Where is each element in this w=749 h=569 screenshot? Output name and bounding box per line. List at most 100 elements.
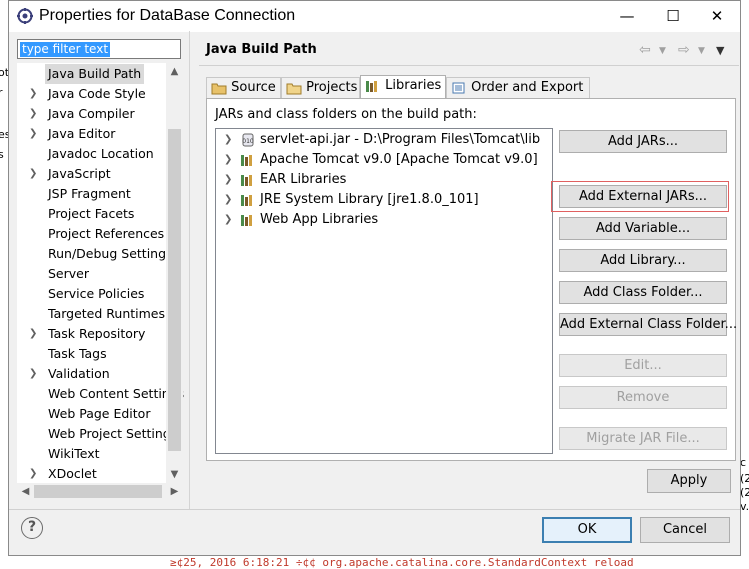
background-editor-left: ot r es s: [0, 0, 11, 566]
tree-item-label: Validation: [48, 366, 110, 381]
tree-item-targeted-runtimes[interactable]: Targeted Runtimes: [17, 304, 177, 324]
library-label: servlet-api.jar - D:\Program Files\Tomca…: [260, 132, 541, 147]
scroll-thumb[interactable]: [168, 129, 181, 451]
tree-item-run-debug-settings[interactable]: Run/Debug Settings: [17, 244, 177, 264]
tree-item-java-editor[interactable]: ❯ Java Editor: [17, 124, 177, 144]
filter-input[interactable]: type filter text: [17, 39, 181, 59]
tree-item-project-facets[interactable]: Project Facets: [17, 204, 177, 224]
tree-item-label: Java Compiler: [48, 106, 135, 121]
tree-item-xdoclet[interactable]: ❯ XDoclet: [17, 464, 177, 484]
add-class-folder-button[interactable]: Add Class Folder...: [559, 281, 727, 304]
scroll-up-icon[interactable]: ▲: [166, 63, 183, 80]
library-label: EAR Libraries: [260, 172, 347, 187]
bg-fragment: r: [0, 86, 3, 99]
tree-item-label: Web Page Editor: [48, 406, 151, 421]
tree-item-label: Java Code Style: [48, 86, 146, 101]
add-jars-button[interactable]: Add JARs...: [559, 130, 727, 153]
tree-item-server[interactable]: Server: [17, 264, 177, 284]
scroll-thumb[interactable]: [34, 485, 162, 498]
scroll-right-icon[interactable]: ▶: [166, 483, 183, 500]
apply-button[interactable]: Apply: [647, 469, 731, 493]
library-icon: [241, 175, 252, 186]
tree-item-javadoc-location[interactable]: Javadoc Location: [17, 144, 177, 164]
eclipse-gear-icon: [17, 8, 33, 24]
library-label: Web App Libraries: [260, 212, 379, 227]
bg-fragment: (2: [740, 472, 749, 485]
scroll-down-icon[interactable]: ▼: [166, 466, 183, 483]
tree-item-web-project-settings[interactable]: Web Project Settings: [17, 424, 177, 444]
tree-item-jsp-fragment[interactable]: JSP Fragment: [17, 184, 177, 204]
tree-item-validation[interactable]: ❯ Validation: [17, 364, 177, 384]
properties-dialog: Properties for DataBase Connection — ☐ ✕…: [8, 0, 741, 556]
tree-item-label: Javadoc Location: [48, 146, 154, 161]
expand-arrow-icon[interactable]: ❯: [224, 170, 234, 190]
tree-item-label: Server: [48, 266, 89, 281]
tab-libraries[interactable]: Libraries: [360, 75, 446, 99]
expand-arrow-icon[interactable]: ❯: [29, 164, 41, 184]
tree-item-java-build-path[interactable]: Java Build Path: [17, 64, 177, 84]
tree-item-label: WikiText: [48, 446, 100, 461]
tree-item-label: Web Content Settings: [48, 386, 185, 401]
add-library-button[interactable]: Add Library...: [559, 249, 727, 272]
minimize-button[interactable]: —: [604, 1, 650, 32]
tab-order-and-export[interactable]: Order and Export: [446, 77, 590, 98]
libraries-list[interactable]: ❯ 010 servlet-api.jar - D:\Program Files…: [215, 128, 553, 454]
close-button[interactable]: ✕: [694, 1, 740, 32]
expand-arrow-icon[interactable]: ❯: [29, 464, 41, 484]
tree-item-task-tags[interactable]: Task Tags: [17, 344, 177, 364]
library-icon: [241, 195, 252, 206]
tree-item-web-page-editor[interactable]: Web Page Editor: [17, 404, 177, 424]
tree-item-wikitext[interactable]: WikiText: [17, 444, 177, 464]
tree-item-label: JavaScript: [48, 166, 111, 181]
help-icon[interactable]: ?: [21, 517, 43, 539]
migrate-jar-button[interactable]: Migrate JAR File...: [559, 427, 727, 450]
view-menu-icon[interactable]: ▼: [716, 44, 724, 57]
expand-arrow-icon[interactable]: ❯: [224, 210, 234, 230]
tree-vertical-scrollbar[interactable]: ▲ ▼: [166, 63, 183, 483]
bg-fragment: (2: [740, 486, 749, 499]
tree-item-label: Targeted Runtimes: [48, 306, 165, 321]
footer-separator: [9, 509, 740, 510]
expand-arrow-icon[interactable]: ❯: [29, 124, 41, 144]
ok-button[interactable]: OK: [542, 517, 632, 543]
library-label: Apache Tomcat v9.0 [Apache Tomcat v9.0]: [260, 152, 538, 167]
tree-item-label: Task Tags: [48, 346, 107, 361]
tree-item-project-references[interactable]: Project References: [17, 224, 177, 244]
add-external-jars-button[interactable]: Add External JARs...: [559, 185, 727, 208]
remove-button[interactable]: Remove: [559, 386, 727, 409]
tree-item-javascript[interactable]: ❯ JavaScript: [17, 164, 177, 184]
expand-arrow-icon[interactable]: ❯: [224, 190, 234, 210]
expand-arrow-icon[interactable]: ❯: [29, 324, 41, 344]
expand-arrow-icon[interactable]: ❯: [224, 150, 234, 170]
cancel-button[interactable]: Cancel: [640, 517, 730, 543]
maximize-button[interactable]: ☐: [650, 1, 696, 32]
tab-source[interactable]: Source: [206, 77, 281, 98]
add-external-class-folder-button[interactable]: Add External Class Folder...: [559, 313, 737, 336]
console-log-line: ≥¢25, 2016 6:18:21 ÷¢¢ org.apache.catali…: [170, 556, 634, 569]
forward-dropdown-icon[interactable]: ▼: [698, 46, 705, 56]
window-title: Properties for DataBase Connection: [39, 7, 296, 24]
expand-arrow-icon[interactable]: ❯: [29, 84, 41, 104]
scroll-left-icon[interactable]: ◀: [17, 483, 34, 500]
add-variable-button[interactable]: Add Variable...: [559, 217, 727, 240]
tree-horizontal-scrollbar[interactable]: ◀ ▶: [17, 483, 183, 500]
tree-item-java-compiler[interactable]: ❯ Java Compiler: [17, 104, 177, 124]
bg-fragment: v.: [740, 500, 749, 513]
tab-projects[interactable]: Projects: [281, 77, 360, 98]
svg-text:010: 010: [242, 138, 254, 145]
tree-item-task-repository[interactable]: ❯ Task Repository: [17, 324, 177, 344]
tree-item-web-content-settings[interactable]: Web Content Settings: [17, 384, 184, 404]
forward-arrow-icon[interactable]: ⇨: [678, 42, 690, 58]
jar-icon: 010: [242, 133, 254, 147]
edit-button[interactable]: Edit...: [559, 354, 727, 377]
tab-label: Libraries: [385, 78, 442, 93]
tree-item-label: Project Facets: [48, 206, 135, 221]
expand-arrow-icon[interactable]: ❯: [29, 364, 41, 384]
back-arrow-icon[interactable]: ⇦: [639, 42, 651, 58]
expand-arrow-icon[interactable]: ❯: [29, 104, 41, 124]
back-dropdown-icon[interactable]: ▼: [659, 46, 666, 56]
tree-item-service-policies[interactable]: Service Policies: [17, 284, 177, 304]
expand-arrow-icon[interactable]: ❯: [224, 130, 234, 150]
pane-divider[interactable]: [189, 31, 190, 509]
tree-item-java-code-style[interactable]: ❯ Java Code Style: [17, 84, 177, 104]
